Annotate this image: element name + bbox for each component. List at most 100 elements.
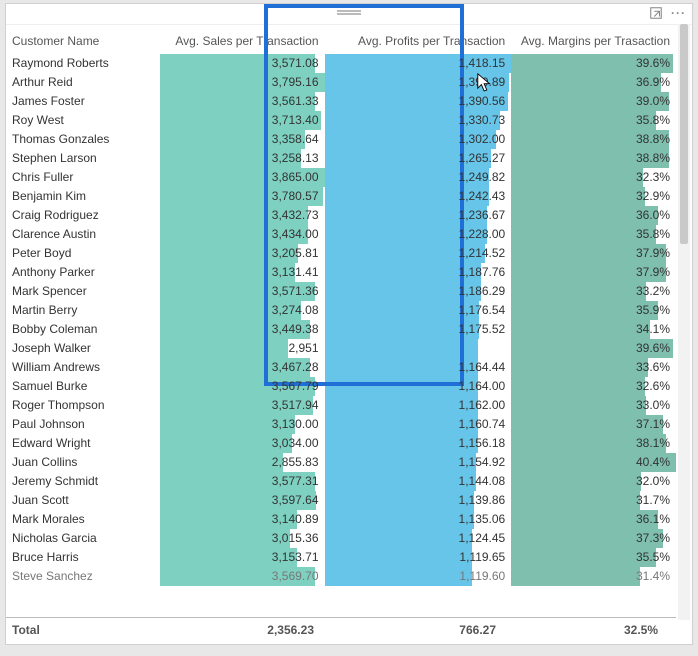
customer-name-cell: Bruce Harris: [6, 548, 160, 567]
table-row[interactable]: Paul Johnson3,130.001,160.7437.1%: [6, 415, 676, 434]
profits-cell: 1,139.86: [325, 491, 512, 510]
margins-cell: 32.6%: [511, 377, 676, 396]
customer-name-cell: Juan Scott: [6, 491, 160, 510]
sales-cell: 3,567.79: [160, 377, 325, 396]
profits-cell: 1,390.56: [325, 92, 512, 111]
profits-cell: 1,187.76: [325, 263, 512, 282]
table-row[interactable]: Raymond Roberts3,571.081,418.1539.6%: [6, 54, 676, 73]
profits-cell: 1,302.00: [325, 130, 512, 149]
table-header-row: Customer Name Avg. Sales per Transaction…: [6, 24, 676, 54]
table-row[interactable]: Steve Sanchez3,569.701,119.6031.4%: [6, 567, 676, 586]
column-header-name[interactable]: Customer Name: [6, 24, 160, 54]
table-row[interactable]: Clarence Austin3,434.001,228.0035.8%: [6, 225, 676, 244]
table-row[interactable]: Bruce Harris3,153.711,119.6535.5%: [6, 548, 676, 567]
customer-name-cell: Roy West: [6, 111, 160, 130]
vertical-scrollbar[interactable]: [678, 24, 690, 620]
profits-cell: 1,164.44: [325, 358, 512, 377]
table-visual: ··· Customer Name Avg. Sales per Transac…: [6, 4, 692, 644]
table-row[interactable]: Joseph Walker2,95139.6%: [6, 339, 676, 358]
sales-cell: 3,569.70: [160, 567, 325, 586]
profits-cell: 1,242.43: [325, 187, 512, 206]
profits-cell: [325, 339, 512, 358]
table-row[interactable]: Roger Thompson3,517.941,162.0033.0%: [6, 396, 676, 415]
customer-name-cell: Steve Sanchez: [6, 567, 160, 586]
visual-header[interactable]: ···: [6, 4, 692, 25]
profits-cell: 1,236.67: [325, 206, 512, 225]
table-row[interactable]: Peter Boyd3,205.811,214.5237.9%: [6, 244, 676, 263]
sales-cell: 3,713.40: [160, 111, 325, 130]
margins-cell: 36.0%: [511, 206, 676, 225]
column-header-margins[interactable]: Avg. Margins per Trasaction: [511, 24, 676, 54]
table-row[interactable]: James Foster3,561.331,390.5639.0%: [6, 92, 676, 111]
sales-cell: 3,467.28: [160, 358, 325, 377]
table-row[interactable]: Juan Scott3,597.641,139.8631.7%: [6, 491, 676, 510]
customer-name-cell: Edward Wright: [6, 434, 160, 453]
total-label: Total: [6, 623, 158, 637]
customer-name-cell: Anthony Parker: [6, 263, 160, 282]
table-scroll-area: Customer Name Avg. Sales per Transaction…: [6, 24, 676, 620]
table-row[interactable]: Juan Collins2,855.831,154.9240.4%: [6, 453, 676, 472]
table-row[interactable]: Bobby Coleman3,449.381,175.5234.1%: [6, 320, 676, 339]
profits-cell: 1,214.52: [325, 244, 512, 263]
margins-cell: 37.1%: [511, 415, 676, 434]
sales-cell: 3,205.81: [160, 244, 325, 263]
customer-name-cell: Craig Rodriguez: [6, 206, 160, 225]
focus-mode-icon[interactable]: [649, 6, 663, 23]
customer-name-cell: Joseph Walker: [6, 339, 160, 358]
margins-cell: 35.9%: [511, 301, 676, 320]
customer-name-cell: Raymond Roberts: [6, 54, 160, 73]
table-row[interactable]: Benjamin Kim3,780.571,242.4332.9%: [6, 187, 676, 206]
profits-cell: 1,228.00: [325, 225, 512, 244]
total-sales: 2,356.23: [158, 623, 320, 637]
profits-cell: 1,154.92: [325, 453, 512, 472]
sales-cell: 3,434.00: [160, 225, 325, 244]
table-row[interactable]: Martin Berry3,274.081,176.5435.9%: [6, 301, 676, 320]
profits-cell: 1,399.89: [325, 73, 512, 92]
table-row[interactable]: Stephen Larson3,258.131,265.2738.8%: [6, 149, 676, 168]
customer-name-cell: Arthur Reid: [6, 73, 160, 92]
margins-cell: 38.8%: [511, 130, 676, 149]
sales-cell: 3,130.00: [160, 415, 325, 434]
customer-name-cell: Mark Morales: [6, 510, 160, 529]
customer-name-cell: Peter Boyd: [6, 244, 160, 263]
table-row[interactable]: Roy West3,713.401,330.7335.8%: [6, 111, 676, 130]
sales-cell: 2,855.83: [160, 453, 325, 472]
total-margins: 32.5%: [502, 623, 664, 637]
table-row[interactable]: Nicholas Garcia3,015.361,124.4537.3%: [6, 529, 676, 548]
table-row[interactable]: Mark Spencer3,571.361,186.2933.2%: [6, 282, 676, 301]
profits-cell: 1,330.73: [325, 111, 512, 130]
table-row[interactable]: Jeremy Schmidt3,577.311,144.0832.0%: [6, 472, 676, 491]
more-options-icon[interactable]: ···: [671, 6, 686, 23]
table-row[interactable]: William Andrews3,467.281,164.4433.6%: [6, 358, 676, 377]
table-row[interactable]: Edward Wright3,034.001,156.1838.1%: [6, 434, 676, 453]
drag-grip-icon[interactable]: [337, 10, 361, 12]
table-row[interactable]: Thomas Gonzales3,358.641,302.0038.8%: [6, 130, 676, 149]
sales-cell: 3,577.31: [160, 472, 325, 491]
sales-cell: 3,780.57: [160, 187, 325, 206]
customer-name-cell: James Foster: [6, 92, 160, 111]
table-row[interactable]: Craig Rodriguez3,432.731,236.6736.0%: [6, 206, 676, 225]
table-row[interactable]: Arthur Reid3,795.161,399.8936.9%: [6, 73, 676, 92]
sales-cell: 3,358.64: [160, 130, 325, 149]
customer-name-cell: Samuel Burke: [6, 377, 160, 396]
totals-row: Total 2,356.23 766.27 32.5%: [6, 617, 676, 640]
profits-cell: 1,175.52: [325, 320, 512, 339]
sales-cell: 3,571.08: [160, 54, 325, 73]
column-header-sales[interactable]: Avg. Sales per Transaction: [160, 24, 325, 54]
customer-name-cell: Martin Berry: [6, 301, 160, 320]
table-row[interactable]: Chris Fuller3,865.001,249.8232.3%: [6, 168, 676, 187]
customer-name-cell: Juan Collins: [6, 453, 160, 472]
margins-cell: 32.3%: [511, 168, 676, 187]
sales-cell: 3,517.94: [160, 396, 325, 415]
table-row[interactable]: Mark Morales3,140.891,135.0636.1%: [6, 510, 676, 529]
data-table: Customer Name Avg. Sales per Transaction…: [6, 24, 676, 586]
customer-name-cell: Paul Johnson: [6, 415, 160, 434]
scroll-thumb[interactable]: [680, 24, 688, 244]
sales-cell: 2,951: [160, 339, 325, 358]
table-row[interactable]: Anthony Parker3,131.411,187.7637.9%: [6, 263, 676, 282]
column-header-profits[interactable]: Avg. Profits per Transaction: [325, 24, 512, 54]
table-row[interactable]: Samuel Burke3,567.791,164.0032.6%: [6, 377, 676, 396]
margins-cell: 39.0%: [511, 92, 676, 111]
margins-cell: 37.9%: [511, 263, 676, 282]
customer-name-cell: Nicholas Garcia: [6, 529, 160, 548]
